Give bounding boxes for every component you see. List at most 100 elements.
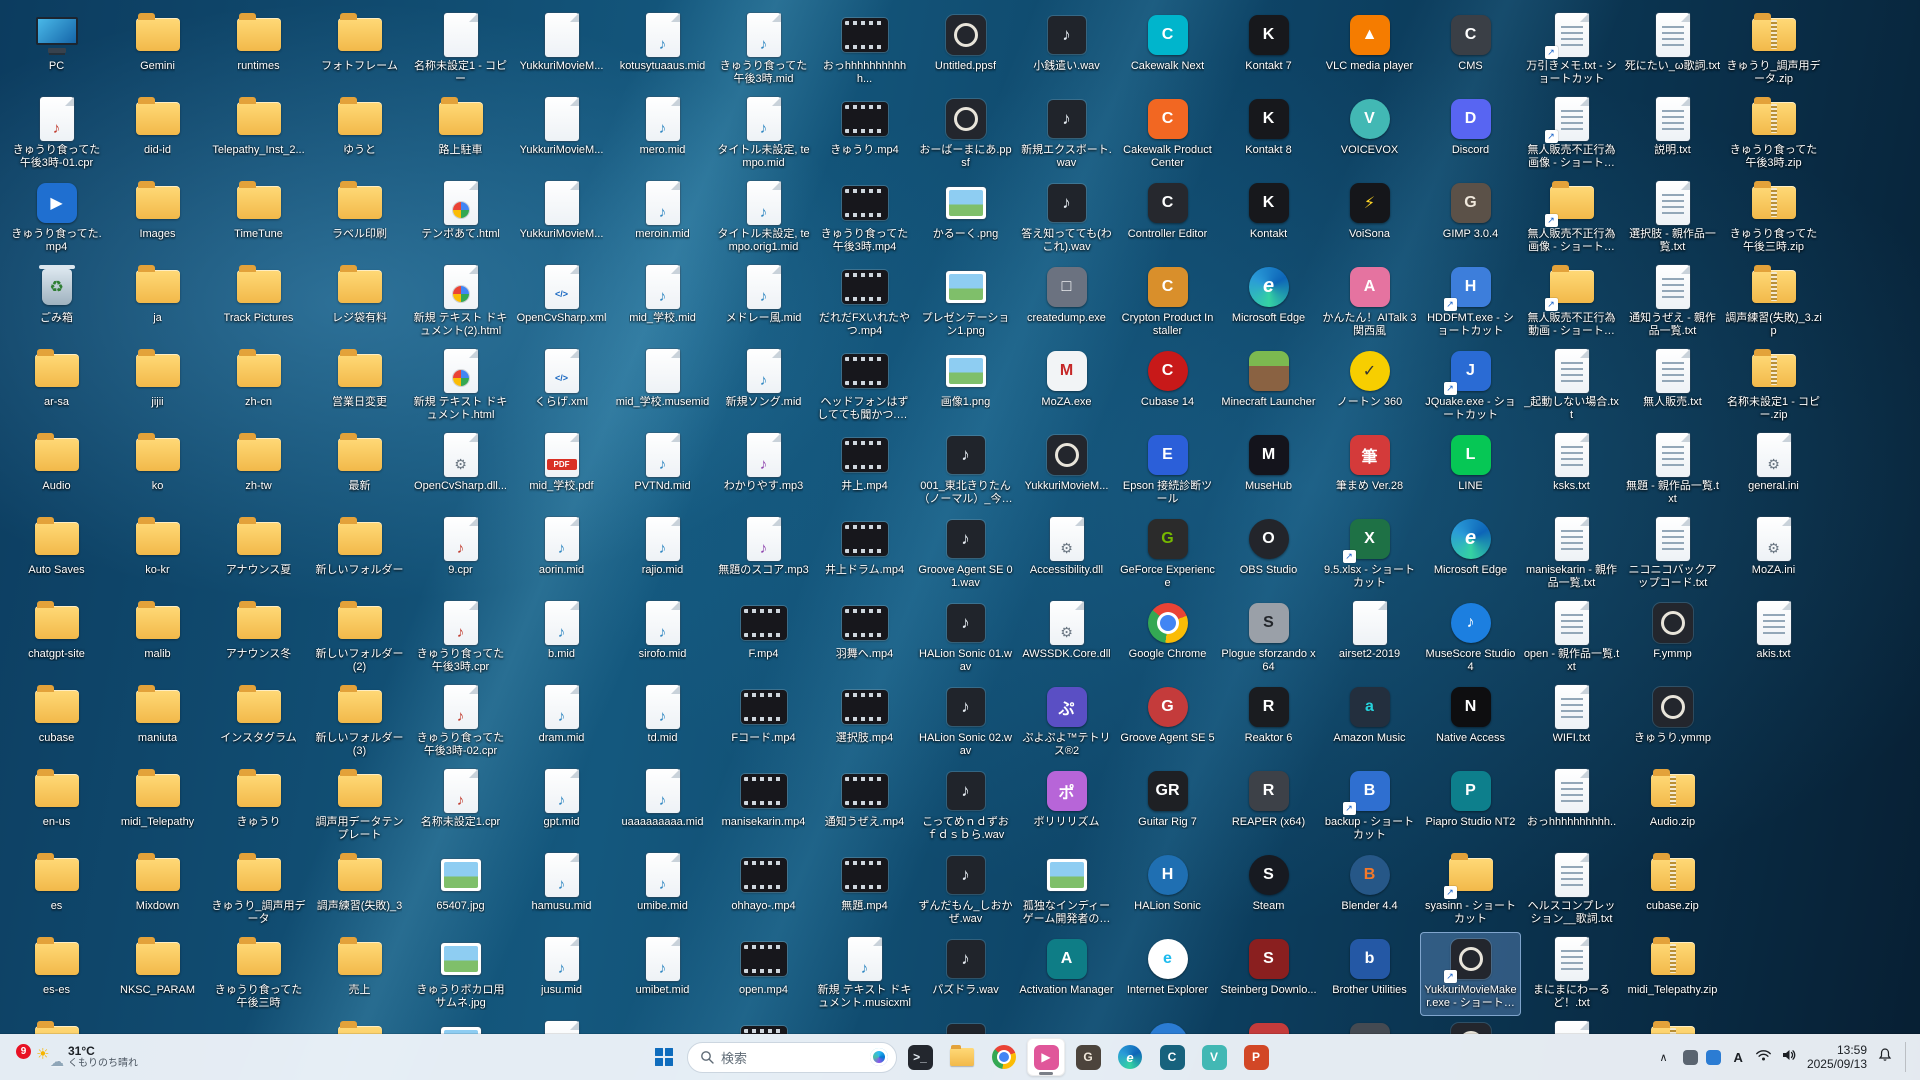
desktop-icon[interactable] [410,1016,511,1034]
desktop-icon[interactable]: cubase.zip [1622,848,1723,932]
desktop-icon[interactable]: </> くらげ.xml [511,344,612,428]
desktop-icon[interactable]: かるーく.png [915,176,1016,260]
desktop-icon[interactable]: ↗YukkuriMovieMaker.exe - ショートカット [1420,932,1521,1016]
taskbar-powerpoint[interactable]: P [1237,1038,1275,1076]
desktop-icon[interactable]: H ↗ HDDFMT.exe - ショートカット [1420,260,1521,344]
desktop-icon[interactable]: アナウンス冬 [208,596,309,680]
desktop-icon[interactable]: きゅうり_調声用データ [208,848,309,932]
desktop-icon[interactable]: ♪ aorin.mid [511,512,612,596]
desktop-icon[interactable]: A Activation Manager [1016,932,1117,1016]
desktop-icon[interactable]: chatgpt-site [6,596,107,680]
desktop-icon[interactable]: es [6,848,107,932]
desktop-icon[interactable]: e Microsoft Edge [1218,260,1319,344]
desktop-icon[interactable]: ko [107,428,208,512]
desktop-icon[interactable]: 死にたい_ω歌詞.txt [1622,8,1723,92]
desktop-icon[interactable]: 新規 テキスト ドキュメント(2).html [410,260,511,344]
desktop-icon[interactable]: ♪ ずんだもん_しおかぜ.wav [915,848,1016,932]
desktop-icon[interactable]: open - 親作品一覧.txt [1521,596,1622,680]
desktop-icon[interactable]: ♪ 答え知ってても(わこれ).wav [1016,176,1117,260]
desktop-icon[interactable]: 孤独なインディーゲーム開発者の一生... [1016,848,1117,932]
desktop-icon[interactable]: ♪ mero.mid [612,92,713,176]
desktop-icon[interactable]: おーばーまにあ.ppsf [915,92,1016,176]
desktop-icon[interactable]: レジ袋有料 [309,260,410,344]
desktop-icon[interactable]: ♪ 無題のスコア.mp3 [713,512,814,596]
desktop-icon[interactable]: O OBS Studio [1218,512,1319,596]
desktop-icon[interactable]: ♪ mid_学校.mid [612,260,713,344]
desktop-icon[interactable]: ♪ [511,1016,612,1034]
desktop-icon[interactable]: Fコード.mp4 [713,680,814,764]
desktop-icon[interactable]: S Steam [1218,848,1319,932]
desktop-icon[interactable]: 名称未設定1 - コピー.zip [1723,344,1824,428]
desktop-icon[interactable]: ↗ syasinn - ショートカット [1420,848,1521,932]
desktop-icon[interactable]: ♪ 新規エクスポート.wav [1016,92,1117,176]
desktop-icon[interactable]: ♪ hamusu.mid [511,848,612,932]
desktop-icon[interactable]: 筆筆まめ Ver.28 [1319,428,1420,512]
desktop-icon[interactable]: おっhhhhhhhhhhh... [814,8,915,92]
desktop-icon[interactable]: Google Chrome [1117,596,1218,680]
desktop-icon[interactable]: だれだFXいれたやつ.mp4 [814,260,915,344]
desktop-icon[interactable]: manisekarin - 親作品一覧.txt [1521,512,1622,596]
desktop-icon[interactable]: ♪ 001_東北きりたん（ノーマル）_今しゃ... [915,428,1016,512]
desktop-icon[interactable]: きゅうり.mp4 [814,92,915,176]
desktop-icon[interactable]: ♪ jusu.mid [511,932,612,1016]
desktop-icon[interactable]: ⚙ AWSSDK.Core.dll [1016,596,1117,680]
desktop-icon[interactable]: ar-sa [6,344,107,428]
desktop-icon[interactable]: ♪ PVTNd.mid [612,428,713,512]
desktop-icon[interactable]: ♪ umibet.mid [612,932,713,1016]
desktop-icon[interactable]: 新しいフォルダー (3) [309,680,410,764]
desktop-icon[interactable]: Minecraft Launcher [1218,344,1319,428]
desktop-icon[interactable]: A かんたん！AITalk 3 関西風 [1319,260,1420,344]
desktop-icon[interactable]: YukkuriMovieM... [511,92,612,176]
desktop-icon[interactable]: _起動しない場合.txt [1521,344,1622,428]
desktop-icon[interactable]: ↗無人販売不正行為画像 - ショートカット [1521,176,1622,260]
desktop-icon[interactable]: 最新 [309,428,410,512]
desktop-icon[interactable]: Mixdown [107,848,208,932]
desktop-icon[interactable]: 井上.mp4 [814,428,915,512]
desktop-icon[interactable]: きゅうり食ってた午後3時.zip [1723,92,1824,176]
desktop-icon[interactable]: 選択肢 - 親作品一覧.txt [1622,176,1723,260]
desktop-icon[interactable]: Gemini [107,8,208,92]
desktop-icon[interactable]: airset2-2019 [1319,596,1420,680]
desktop-icon[interactable]: zh-cn [208,344,309,428]
desktop-icon[interactable]: ksks.txt [1521,428,1622,512]
desktop-icon[interactable]: K Kontakt [1218,176,1319,260]
desktop-icon[interactable]: </> OpenCvSharp.xml [511,260,612,344]
desktop-icon[interactable]: ♪ gpt.mid [511,764,612,848]
desktop-icon[interactable]: C Cakewalk Next [1117,8,1218,92]
desktop-icon[interactable]: midi_Telepathy [107,764,208,848]
desktop-icon[interactable]: 65407.jpg [410,848,511,932]
desktop-icon[interactable]: es-es [6,932,107,1016]
desktop-icon[interactable]: K Kontakt 8 [1218,92,1319,176]
desktop-icon[interactable]: ↗ 万引きメモ.txt - ショートカット [1521,8,1622,92]
search-box[interactable]: 検索 [687,1041,897,1073]
desktop-icon[interactable]: 調声練習(失敗)_3.zip [1723,260,1824,344]
show-desktop-button[interactable] [1905,1042,1910,1072]
desktop-icon[interactable]: 無題 - 親作品一覧.txt [1622,428,1723,512]
desktop-icon[interactable] [1218,1016,1319,1034]
tray-app-2-icon[interactable] [1705,1049,1721,1065]
desktop-icon[interactable]: ⚙ MoZA.ini [1723,512,1824,596]
desktop-icon[interactable]: ♪ uaaaaaaaaa.mid [612,764,713,848]
desktop-icon[interactable]: M MuseHub [1218,428,1319,512]
desktop-icon[interactable]: □ createdump.exe [1016,260,1117,344]
desktop-icon[interactable]: C CMS [1420,8,1521,92]
volume-icon[interactable] [1782,1048,1796,1066]
desktop-icon[interactable]: ✓ ノートン 360 [1319,344,1420,428]
wifi-icon[interactable] [1756,1048,1771,1066]
desktop-icon[interactable]: 名称未設定1 - コピー [410,8,511,92]
desktop-icon[interactable]: 路上駐車 [410,92,511,176]
desktop-icon[interactable]: まにまにわーるど！.txt [1521,932,1622,1016]
desktop-icon[interactable]: R Reaktor 6 [1218,680,1319,764]
desktop-icon[interactable]: テンポあて.html [410,176,511,260]
tray-chevron-icon[interactable]: ∧ [1655,1047,1671,1068]
desktop-icon[interactable] [1521,1016,1622,1034]
desktop-icon[interactable]: ♻ ごみ箱 [6,260,107,344]
desktop-icon[interactable]: 調声練習(失敗)_3 [309,848,410,932]
desktop-icon[interactable]: D Discord [1420,92,1521,176]
desktop-icon[interactable]: ⚡ VoiSona [1319,176,1420,260]
desktop-icon[interactable]: アナウンス夏 [208,512,309,596]
desktop-icon[interactable]: Untitled.ppsf [915,8,1016,92]
desktop-icon[interactable]: 営業日変更 [309,344,410,428]
desktop-icon[interactable]: N Native Access [1420,680,1521,764]
desktop-icon[interactable]: きゅうり食ってた午後三時 [208,932,309,1016]
